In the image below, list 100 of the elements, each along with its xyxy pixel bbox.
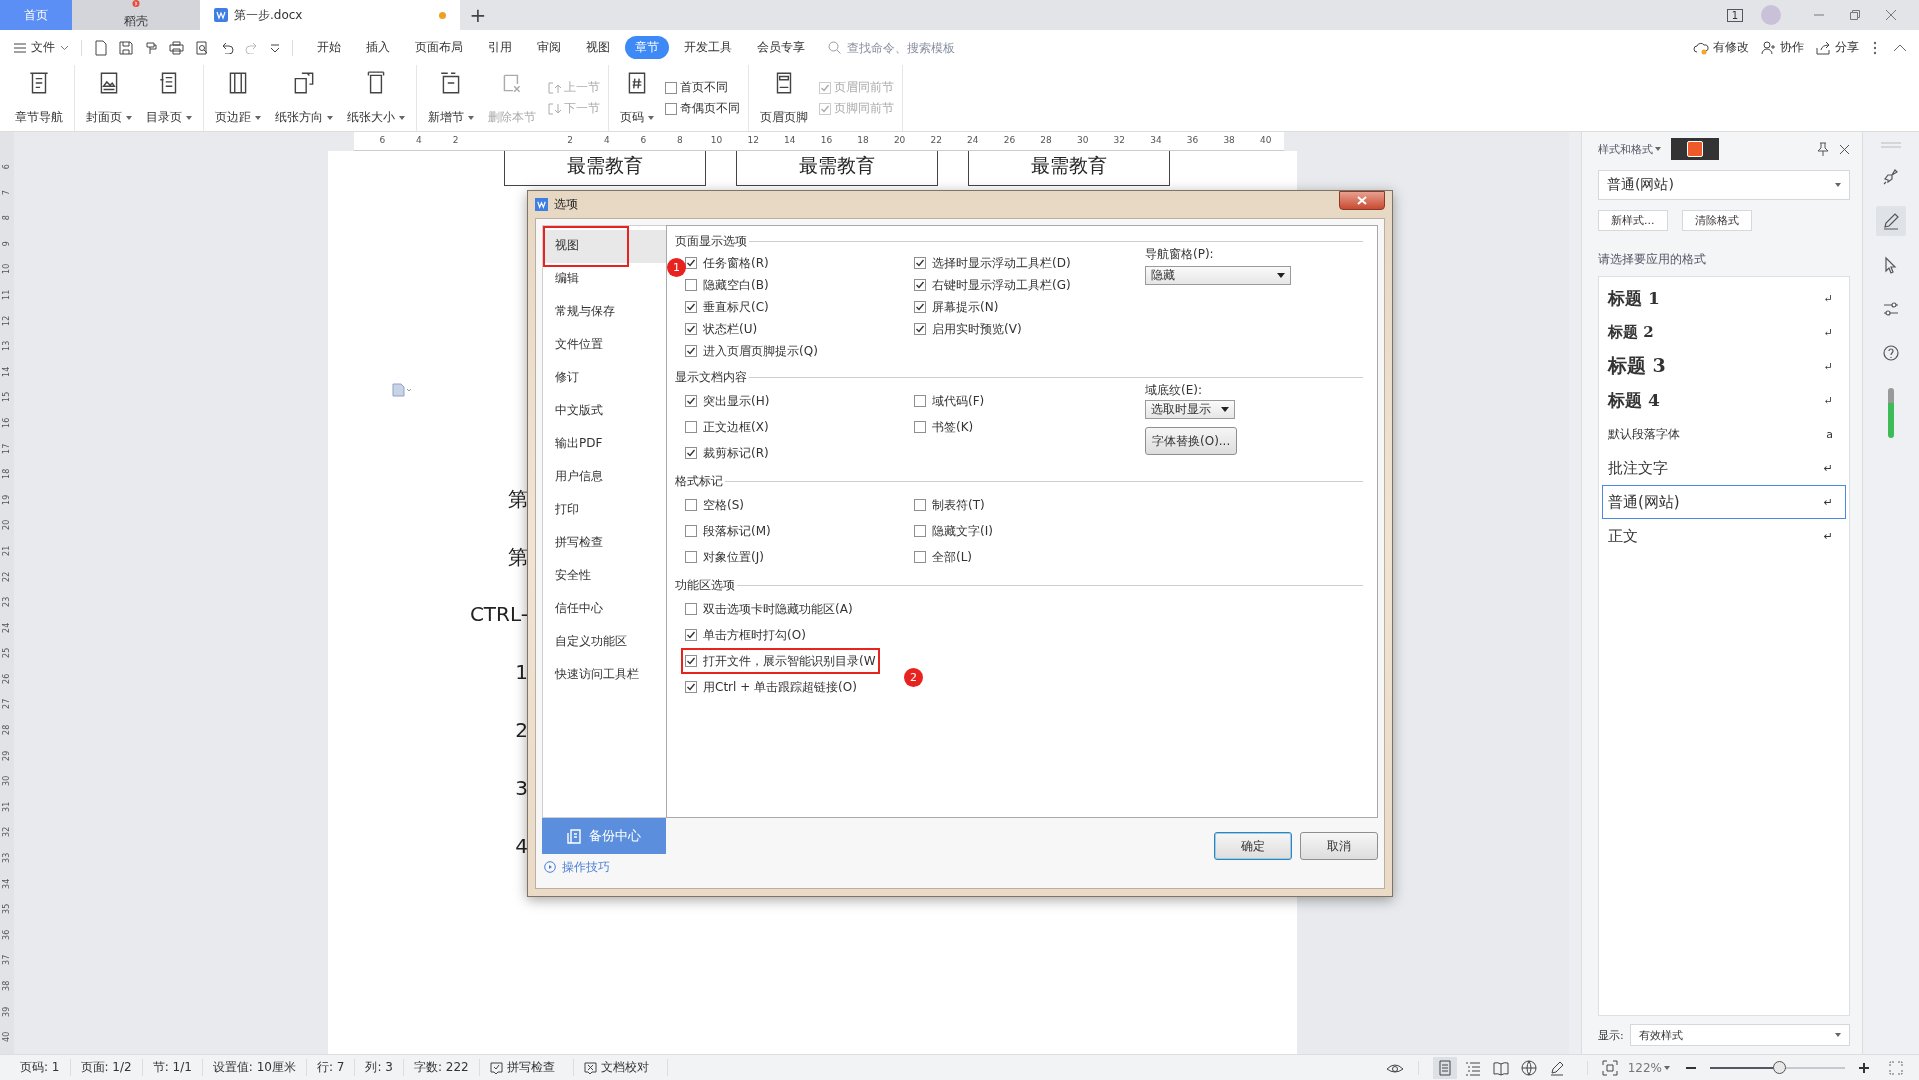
ribbon-button[interactable]: 目录页: [139, 65, 199, 131]
style-item[interactable]: 标题 1 ↵: [1602, 281, 1846, 315]
ribbon-tab[interactable]: 引用: [478, 36, 522, 59]
ruler-number: 34: [1, 878, 13, 889]
options-nav-item[interactable]: 拼写检查: [543, 527, 666, 560]
ruler-number: 20: [892, 134, 907, 147]
style-item[interactable]: 标题 2 ↵: [1602, 315, 1846, 349]
table-cell: 最需教育: [504, 151, 706, 186]
style-item[interactable]: 标题 4 ↵: [1602, 383, 1846, 417]
table-cell: 最需教育: [968, 151, 1170, 186]
style-item[interactable]: 默认段落字体 a: [1602, 417, 1846, 451]
style-name: 标题 2: [1608, 322, 1654, 342]
checkbox-label: 对象位置(J): [703, 548, 764, 566]
ruler-number: 32: [1112, 134, 1126, 147]
style-name: 正文: [1608, 526, 1638, 546]
ribbon-tab[interactable]: 审阅: [527, 36, 571, 59]
options-nav-item[interactable]: 修订: [543, 362, 666, 395]
checkbox-label: 任务窗格(R): [703, 254, 769, 272]
options-nav-item[interactable]: 中文版式: [543, 395, 666, 428]
ribbon-button[interactable]: 纸张大小: [340, 65, 412, 131]
new-tab-button[interactable]: +: [460, 0, 496, 30]
style-item[interactable]: 正文 ↵: [1602, 519, 1846, 553]
options-nav-item[interactable]: 输出PDF: [543, 428, 666, 461]
ruler-number: 8: [676, 134, 684, 147]
proofread-button[interactable]: 文档校对: [573, 1059, 668, 1076]
dropdown-field[interactable]: 隐藏: [1145, 266, 1291, 285]
file-menu[interactable]: 文件: [14, 39, 69, 56]
style-dropdown[interactable]: 普通(网站): [1598, 170, 1850, 200]
checkbox-label: 正文边框(X): [703, 418, 769, 436]
ribbon-tab[interactable]: 开发工具: [674, 36, 742, 59]
font-substitution-button[interactable]: 字体替换(O)...: [1145, 427, 1238, 455]
dropdown-field[interactable]: 选取时显示: [1145, 400, 1235, 419]
style-type-mark: a: [1826, 427, 1833, 441]
cancel-button[interactable]: 取消: [1300, 832, 1378, 860]
options-nav-item[interactable]: 用户信息: [543, 461, 666, 494]
style-type-mark: ↵: [1823, 393, 1833, 407]
checkbox-label: 屏幕提示(N): [932, 298, 999, 316]
ruler-number: 10: [709, 134, 724, 147]
ruler-number: 34: [1149, 134, 1163, 147]
options-nav-item[interactable]: 安全性: [543, 560, 666, 593]
ruler-number: 9: [1, 241, 13, 247]
ribbon-tab[interactable]: 开始: [307, 36, 351, 59]
options-nav-item[interactable]: 打印: [543, 494, 666, 527]
options-nav-item[interactable]: 信任中心: [543, 593, 666, 626]
nav-label: 修订: [554, 369, 580, 386]
style-item[interactable]: 批注文字 ↵: [1602, 451, 1846, 485]
clear-format-button[interactable]: 清除格式: [1681, 210, 1752, 231]
ribbon-tab[interactable]: 视图: [576, 36, 620, 59]
style-item[interactable]: 标题 3 ↵: [1602, 349, 1846, 383]
ruler-number: 29: [1, 750, 13, 761]
ruler-number: 26: [1002, 134, 1017, 147]
ribbon-tab[interactable]: 插入: [356, 36, 400, 59]
zoom-level[interactable]: 122%: [1627, 1060, 1670, 1075]
ruler-number: 6: [1, 164, 13, 170]
ribbon-button[interactable]: 封面页: [79, 65, 139, 131]
ribbon-button[interactable]: 新增节: [421, 65, 481, 131]
nav-label: 打印: [554, 501, 580, 518]
window-count-button[interactable]: 1: [1726, 8, 1743, 22]
options-nav-item[interactable]: 文件位置: [543, 329, 666, 362]
options-nav-item[interactable]: 快速访问工具栏: [543, 659, 666, 692]
ribbon-tab[interactable]: 会员专享: [747, 36, 815, 59]
style-name: 普通(网站): [1608, 492, 1680, 512]
ruler-number: 16: [1, 417, 13, 428]
checkbox-label: 状态栏(U): [703, 320, 758, 338]
ruler-number: 6: [378, 134, 387, 147]
new-style-button[interactable]: 新样式...: [1598, 210, 1668, 231]
show-dropdown[interactable]: 有效样式: [1629, 1024, 1850, 1046]
field-label: 域底纹(E):: [1145, 382, 1203, 399]
ribbon-button[interactable]: 页眉页脚: [753, 65, 815, 131]
toolbar-action[interactable]: 协作: [1761, 39, 1804, 56]
ribbon-button[interactable]: 页边距: [208, 65, 268, 131]
toolbar-action[interactable]: 分享: [1816, 39, 1859, 56]
panel-title[interactable]: 样式和格式: [1598, 141, 1661, 157]
checkbox-label: 隐藏文字(I): [932, 522, 993, 540]
document-tab[interactable]: 稻壳: [72, 0, 200, 30]
ribbon-button[interactable]: 页码: [613, 65, 661, 131]
tips-link[interactable]: 操作技巧: [542, 854, 666, 880]
checkbox-label: 奇偶页不同: [680, 101, 740, 116]
ruler-number: 7: [1, 189, 13, 195]
ruler-number: 10: [1, 264, 13, 275]
spell-check-button[interactable]: 拼写检查: [479, 1059, 574, 1076]
options-nav-item[interactable]: 常规与保存: [543, 296, 666, 329]
ribbon-button[interactable]: 章节导航: [8, 65, 70, 131]
ruler-number: 39: [1, 1006, 13, 1017]
style-type-mark: ↵: [1823, 291, 1833, 305]
checkbox-label: 选择时显示浮动工具栏(D): [932, 254, 1071, 272]
toolbar-action[interactable]: 有修改: [1693, 39, 1749, 56]
options-nav-item[interactable]: 自定义功能区: [543, 626, 666, 659]
tab-label: 第一步.docx: [234, 6, 303, 24]
ribbon-tab[interactable]: 页面布局: [405, 36, 473, 59]
tab-label: 首页: [24, 6, 48, 24]
checkbox-label: 空格(S): [703, 496, 744, 514]
document-tab[interactable]: 第一步.docx: [200, 0, 460, 30]
ruler-number: 22: [929, 134, 943, 147]
nav-label: 自定义功能区: [554, 633, 628, 650]
style-item[interactable]: 普通(网站) ↵: [1602, 485, 1846, 519]
ok-button[interactable]: 确定: [1214, 832, 1292, 860]
ribbon-button[interactable]: 纸张方向: [268, 65, 340, 131]
checkbox-label: 打开文件，展示智能识别目录(W: [703, 652, 876, 670]
ruler-number: 2: [566, 134, 574, 147]
